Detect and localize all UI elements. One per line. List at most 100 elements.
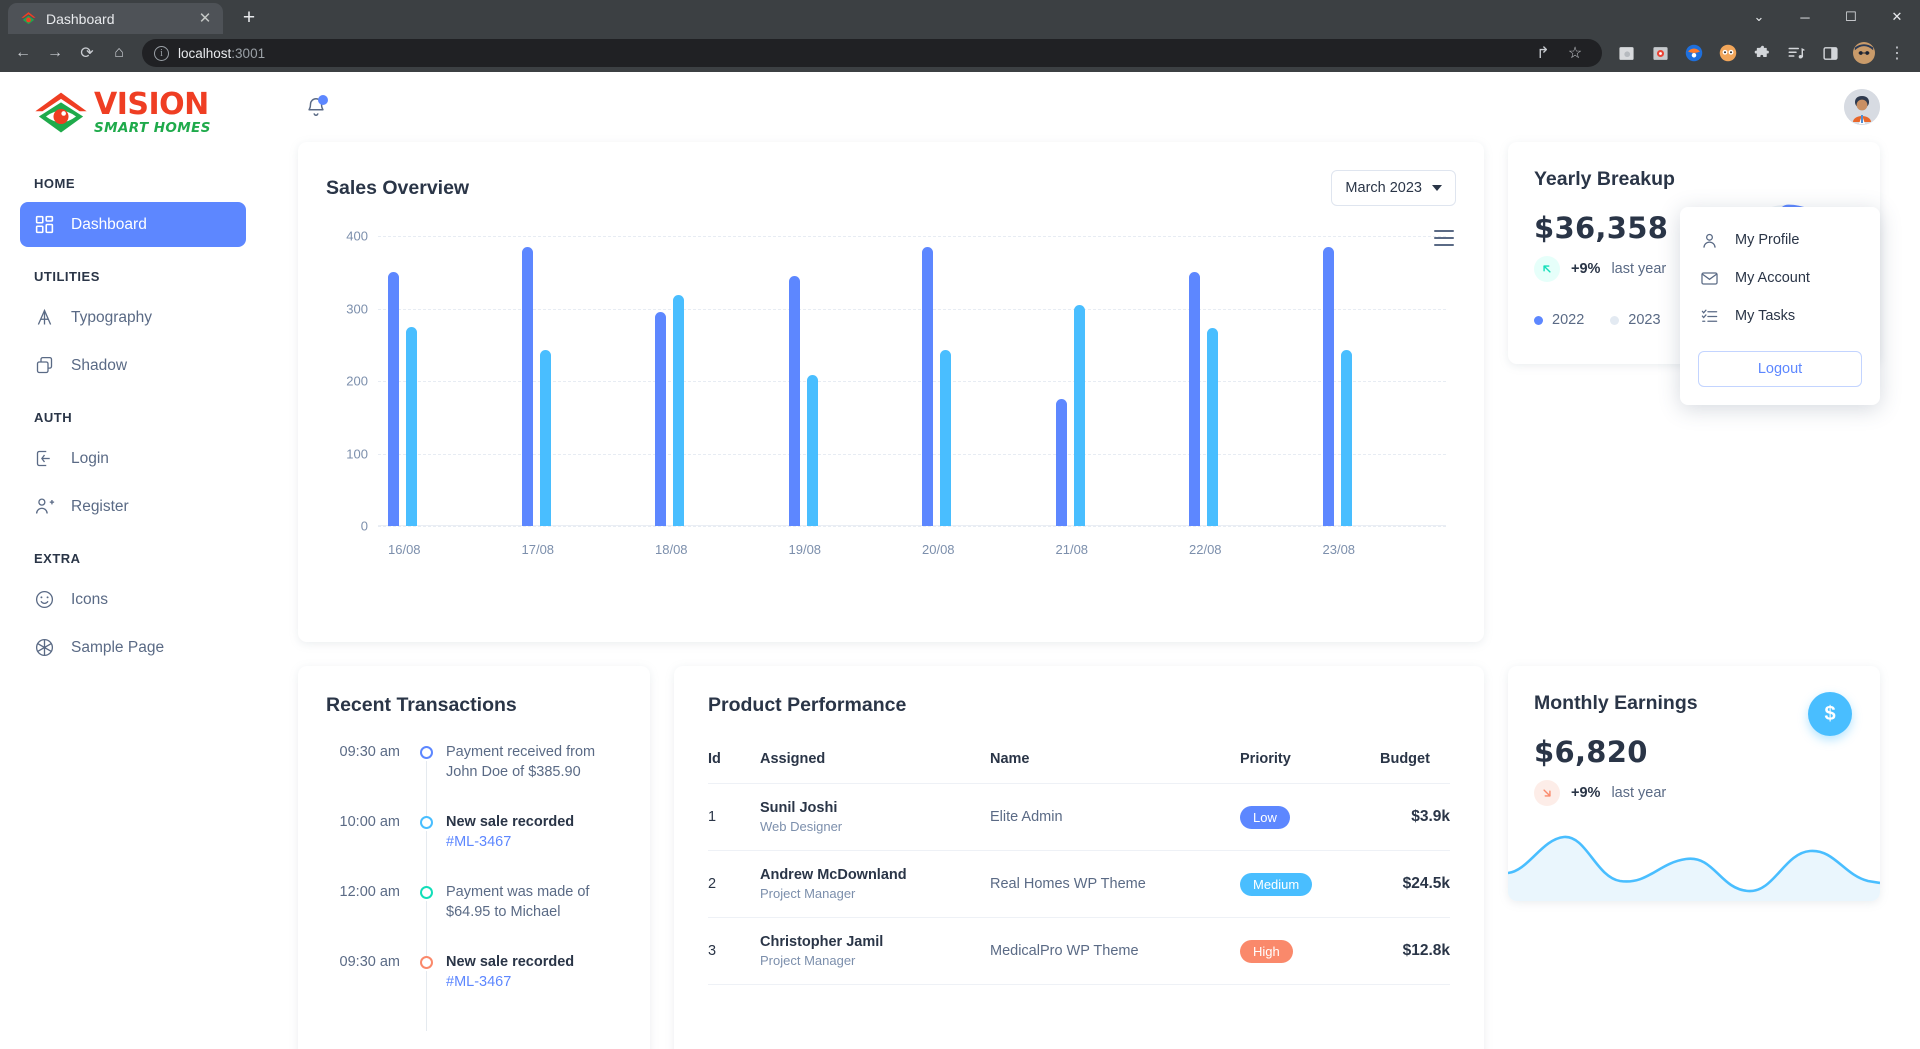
cell-name: MedicalPro WP Theme <box>990 917 1240 985</box>
earnings-sparkline <box>1508 801 1880 901</box>
reload-icon[interactable]: ⟳ <box>72 38 102 68</box>
chart-bar[interactable] <box>406 326 417 526</box>
brand-logo[interactable]: VISION SMART HOMES <box>0 72 270 154</box>
bar-group <box>779 236 913 526</box>
table-row[interactable]: 2 Andrew McDownland Project Manager Real Ho… <box>708 850 1450 918</box>
photos-icon[interactable] <box>1647 40 1673 66</box>
chart-bar[interactable] <box>1189 272 1200 526</box>
new-tab-button[interactable]: + <box>234 2 264 32</box>
site-info-icon[interactable]: i <box>154 45 169 61</box>
back-icon[interactable]: ← <box>8 38 38 68</box>
close-icon[interactable]: ✕ <box>196 10 214 28</box>
puzzle-extension-icon[interactable] <box>1749 40 1775 66</box>
cell-priority: High <box>1240 917 1380 985</box>
home-icon[interactable]: ⌂ <box>104 38 134 68</box>
chart-bar[interactable] <box>521 246 533 526</box>
y-axis-tick-label: 300 <box>346 301 368 316</box>
main-area: Sales Overview March 2023 0 100 200 300 400 … <box>270 72 1920 1049</box>
performance-table: Id Assigned Name Priority Budget 1 Sunil Josh… <box>708 739 1450 985</box>
timeline-marker <box>418 953 446 1031</box>
sidebar-item-typography[interactable]: Typography <box>20 295 246 340</box>
yearly-delta-pct: +9% <box>1571 261 1601 277</box>
chrome-profile-avatar[interactable] <box>1851 40 1877 66</box>
month-select[interactable]: March 2023 <box>1331 170 1456 206</box>
transaction-link[interactable]: #ML-3467 <box>446 973 622 993</box>
chart-bar[interactable] <box>539 349 551 526</box>
arrow-up-right-icon <box>1534 256 1560 282</box>
orange-face-icon[interactable] <box>1681 40 1707 66</box>
sidebar-item-icons[interactable]: Icons <box>20 577 246 622</box>
sidebar-item-login[interactable]: Login <box>20 436 246 481</box>
y-axis-tick-label: 400 <box>346 228 368 244</box>
assignee-role: Project Manager <box>760 953 856 968</box>
chart-bar[interactable] <box>922 246 933 526</box>
chart-bar[interactable] <box>1055 399 1067 526</box>
window-controls: ⌄ ─ ☐ ✕ <box>1736 0 1920 34</box>
profile-dropdown-menu: My Profile My Account My Tasks Logout <box>1680 207 1880 405</box>
chart-bar[interactable] <box>940 349 951 526</box>
menu-item-my-account[interactable]: My Account <box>1680 259 1880 297</box>
chart-bar[interactable] <box>388 272 399 526</box>
window-close-button[interactable]: ✕ <box>1874 0 1920 34</box>
chart-bar[interactable] <box>1073 304 1085 526</box>
browser-tab[interactable]: Dashboard ✕ <box>8 3 223 34</box>
menu-item-label: My Tasks <box>1735 308 1796 324</box>
column-header: Id <box>708 739 760 784</box>
bar-group <box>1179 236 1313 526</box>
list-item: 09:30 am Payment received from John Doe o… <box>326 743 622 821</box>
cell-id: 2 <box>708 850 760 918</box>
address-bar[interactable]: i localhost:3001 ↱ ☆ <box>142 39 1602 67</box>
chart-bar[interactable] <box>806 375 818 526</box>
bar-group <box>1313 236 1447 526</box>
music-list-icon[interactable] <box>1783 40 1809 66</box>
logout-button[interactable]: Logout <box>1698 351 1862 387</box>
browser-menu-icon[interactable]: ⋮ <box>1882 38 1912 68</box>
ghostery-icon[interactable] <box>1715 40 1741 66</box>
x-axis-tick-label: 19/08 <box>788 541 822 557</box>
avatar[interactable] <box>1844 89 1880 125</box>
chart-bar[interactable] <box>1340 349 1352 526</box>
sidebar-item-dashboard[interactable]: Dashboard <box>20 202 246 247</box>
nav-caption-utilities: UTILITIES <box>34 269 100 284</box>
y-axis-tick-label: 200 <box>346 373 368 389</box>
sidebar-item-label: Typography <box>71 308 152 326</box>
table-row[interactable]: 3 Christopher Jamil Project Manager Medical… <box>708 917 1450 985</box>
yearly-breakup-title: Yearly Breakup <box>1534 168 1675 190</box>
timeline-dot-icon <box>420 816 433 829</box>
sidepanel-icon[interactable] <box>1817 40 1843 66</box>
sidebar-item-label: Dashboard <box>71 215 147 233</box>
menu-item-my-profile[interactable]: My Profile <box>1680 221 1880 259</box>
sidebar-item-sample-page[interactable]: Sample Page <box>20 625 246 670</box>
chart-bar[interactable] <box>655 312 666 526</box>
sidebar-item-label: Register <box>71 497 129 515</box>
forward-icon[interactable]: → <box>40 38 70 68</box>
chart-bar[interactable] <box>788 275 800 526</box>
product-performance-title: Product Performance <box>708 694 907 716</box>
timeline-connector <box>426 761 427 821</box>
logo-primary-text: VISION <box>94 87 209 123</box>
status-badge: Low <box>1240 805 1290 829</box>
cell-name: Elite Admin <box>990 783 1240 851</box>
bookmark-star-icon[interactable]: ☆ <box>1560 38 1590 68</box>
timeline-dot-icon <box>420 886 433 899</box>
chart-bar[interactable] <box>1322 246 1334 526</box>
column-header: Priority <box>1240 739 1380 784</box>
screen-icon[interactable] <box>1613 40 1639 66</box>
maximize-button[interactable]: ☐ <box>1828 0 1874 34</box>
minimize-button[interactable]: ─ <box>1782 0 1828 34</box>
sidebar-item-shadow[interactable]: Shadow <box>20 343 246 388</box>
product-performance-card: Product Performance Id Assigned Name Priori… <box>674 666 1484 1049</box>
transaction-link[interactable]: #ML-3467 <box>446 833 622 853</box>
recent-transactions-title: Recent Transactions <box>326 694 517 716</box>
chevron-down-icon[interactable]: ⌄ <box>1736 0 1782 34</box>
chart-bar[interactable] <box>1207 328 1218 526</box>
chart-bar[interactable] <box>673 295 684 526</box>
sidebar-item-register[interactable]: Register <box>20 484 246 529</box>
share-icon[interactable]: ↱ <box>1528 38 1558 68</box>
sidebar-item-label: Shadow <box>71 356 128 374</box>
column-header: Budget <box>1380 739 1450 784</box>
menu-item-my-tasks[interactable]: My Tasks <box>1680 297 1880 335</box>
legend-item-2023: 2023 <box>1610 312 1661 328</box>
notification-bell-icon[interactable] <box>298 89 334 125</box>
table-row[interactable]: 1 Sunil Joshi Web Designer Elite Admin Low $3… <box>708 783 1450 851</box>
